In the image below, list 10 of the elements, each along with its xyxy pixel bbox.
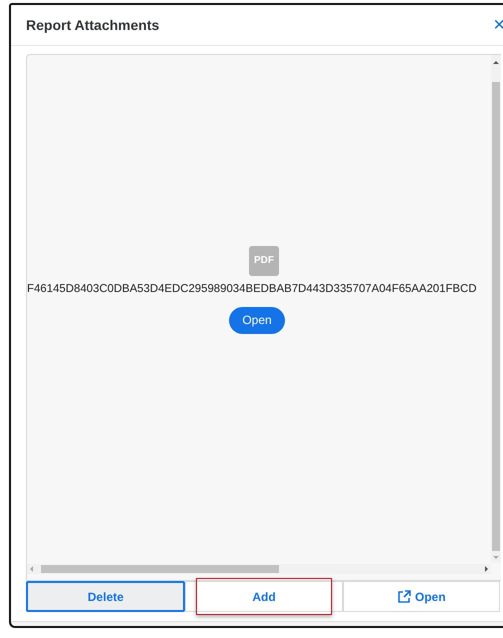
vertical-scrollbar[interactable]	[491, 55, 501, 563]
pdf-file-icon: PDF	[249, 246, 279, 276]
action-button[interactable]: Add	[185, 581, 343, 612]
horizontal-scrollbar[interactable]	[27, 564, 491, 574]
open-button[interactable]: Open	[229, 306, 285, 334]
action-button[interactable]: Delete	[26, 581, 186, 612]
dialog-title: Report Attachments	[26, 17, 160, 33]
external-link-icon	[396, 590, 411, 604]
action-button[interactable]: Open	[342, 581, 500, 612]
file-name: F46145D8403C0DBA53D4EDC295989034BEDBAB7D443D335707A04F65AA201FBCD	[27, 282, 477, 294]
